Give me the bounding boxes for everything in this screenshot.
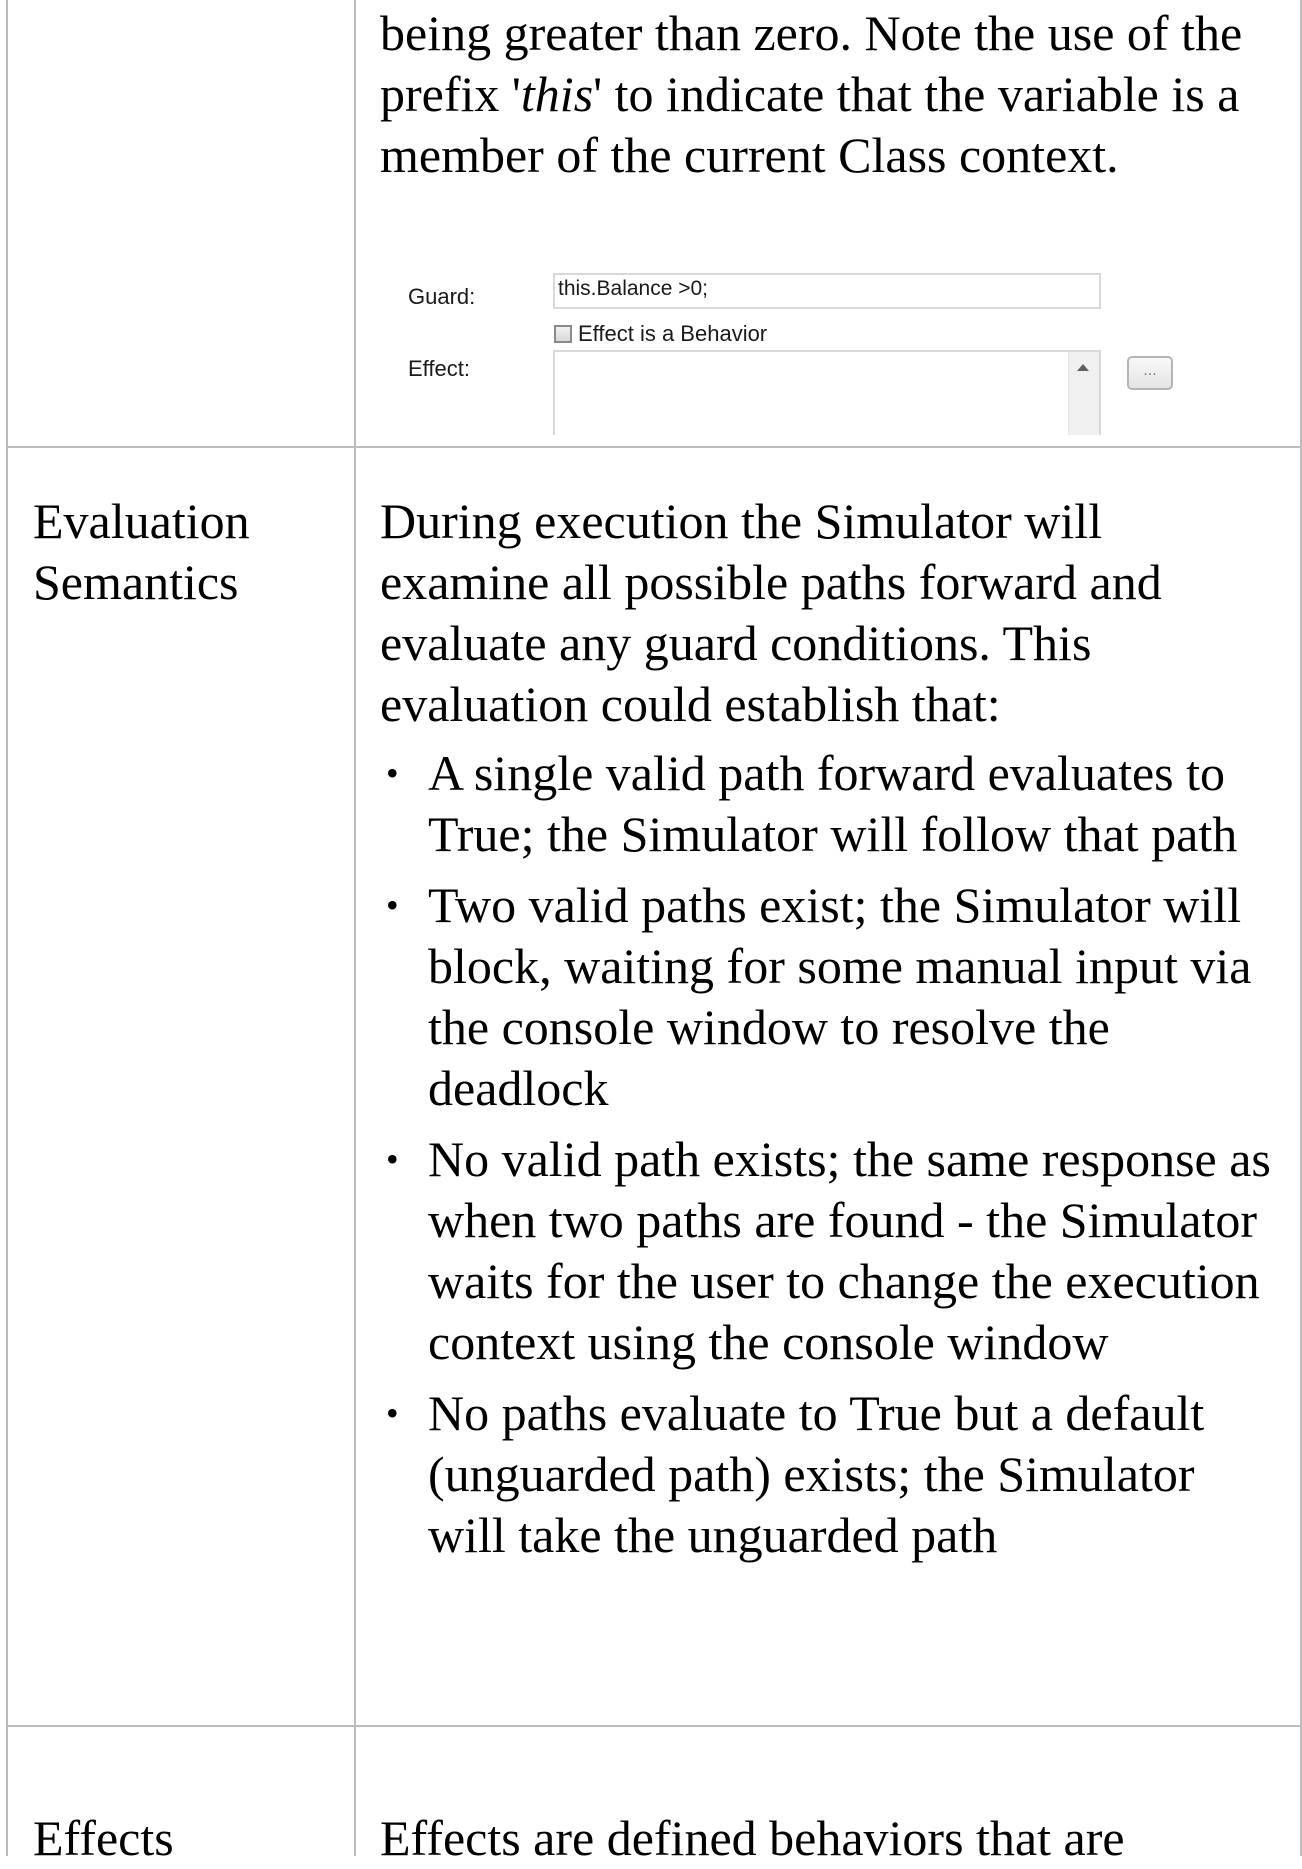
table-row-effects: Effects Effects are defined behaviors th… <box>6 1726 1302 1866</box>
list-item-text: No paths evaluate to True but a default … <box>428 1385 1205 1563</box>
bullet-icon: • <box>386 885 399 925</box>
effect-is-behavior-option[interactable]: Effect is a Behavior <box>554 321 767 347</box>
row-label-line-2: Semantics <box>33 554 239 610</box>
list-item-text: A single valid path forward evaluates to… <box>428 745 1238 862</box>
column-divider <box>354 1726 356 1856</box>
guard-description: being greater than zero. Note the use of… <box>380 3 1282 186</box>
list-item-text: Two valid paths exist; the Simulator wil… <box>428 877 1252 1116</box>
list-item: • Two valid paths exist; the Simulator wi… <box>380 875 1282 1119</box>
effect-is-behavior-checkbox[interactable] <box>554 325 572 343</box>
effects-description: Effects are defined behaviors that are <box>380 1810 1125 1866</box>
row-label-effects: Effects <box>33 1810 174 1866</box>
column-divider <box>354 0 356 446</box>
effect-label: Effect: <box>408 356 470 381</box>
list-item: • A single valid path forward evaluates t… <box>380 743 1282 865</box>
bullet-icon: • <box>386 1393 399 1433</box>
table-row-evaluation-semantics: Evaluation Semantics During execution th… <box>6 447 1302 1727</box>
guard-text-emphasis: this <box>520 66 594 122</box>
list-item: • No paths evaluate to True but a default… <box>380 1383 1282 1566</box>
chevron-up-icon[interactable] <box>1077 364 1089 371</box>
table-row-guard: being greater than zero. Note the use of… <box>6 0 1302 448</box>
bullet-icon: • <box>386 753 399 793</box>
column-divider <box>354 447 356 1725</box>
list-item-text: No valid path exists; the same response … <box>428 1131 1271 1370</box>
effect-is-behavior-label: Effect is a Behavior <box>578 321 768 346</box>
evaluation-intro: During execution the Simulator will exam… <box>380 493 1162 732</box>
effect-browse-button[interactable]: ... <box>1127 356 1173 390</box>
effect-scrollbar[interactable] <box>1068 352 1099 435</box>
guard-input[interactable]: this.Balance >0; <box>553 273 1101 309</box>
row-label-evaluation-semantics: Evaluation Semantics <box>33 491 250 613</box>
list-item: • No valid path exists; the same response… <box>380 1129 1282 1373</box>
transition-properties-snippet: Guard: this.Balance >0; Effect is a Beha… <box>398 265 1198 435</box>
row-label-line-1: Evaluation <box>33 493 250 549</box>
bullet-icon: • <box>386 1139 399 1179</box>
effect-textarea[interactable] <box>553 350 1101 435</box>
guard-label: Guard: <box>408 284 476 309</box>
evaluation-bullet-list: • A single valid path forward evaluates t… <box>380 743 1282 1566</box>
guard-description-text: being greater than zero. Note the use of… <box>380 3 1282 186</box>
evaluation-semantics-description: During execution the Simulator will exam… <box>380 491 1282 1576</box>
